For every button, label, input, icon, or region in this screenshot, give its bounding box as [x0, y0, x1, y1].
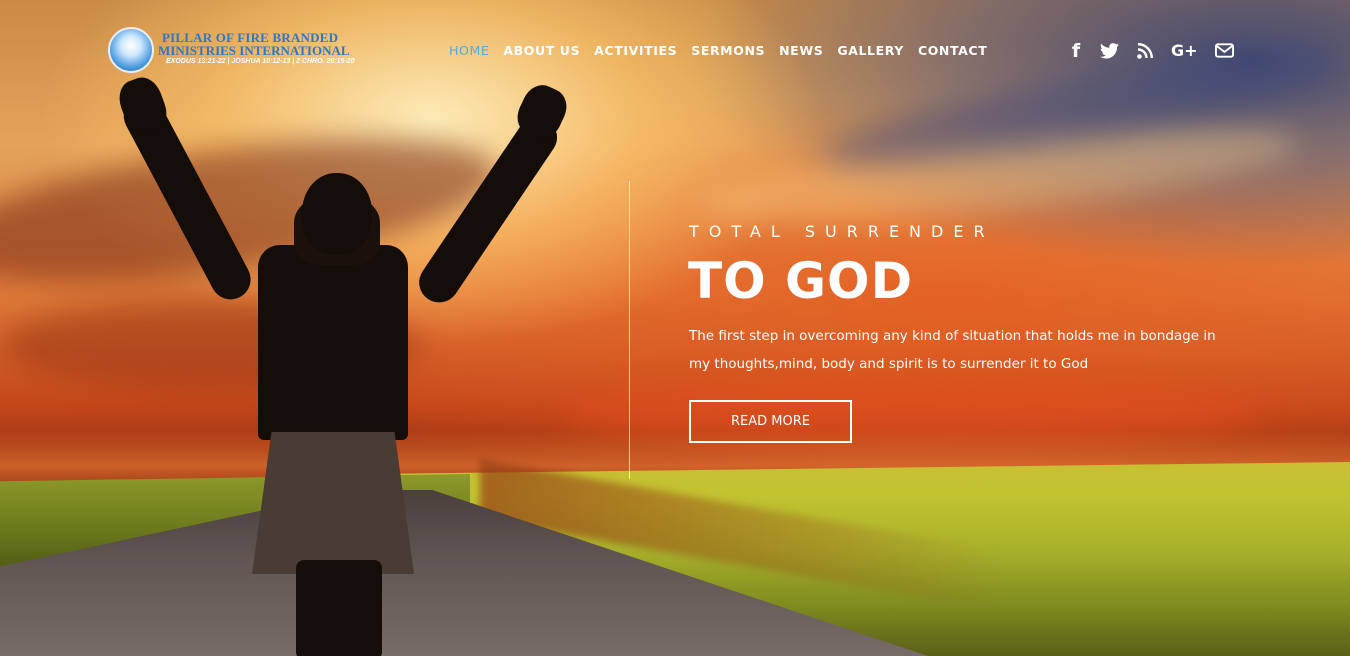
- hero-description: The first step in overcoming any kind of…: [689, 328, 1216, 372]
- logo-scripture-refs: EXODUS 13:21-22 | JOSHUA 10:12-13 | 2 CH…: [166, 58, 355, 65]
- read-more-button[interactable]: READ MORE: [689, 400, 852, 443]
- person-torso: [258, 245, 408, 440]
- facebook-icon[interactable]: f: [1070, 40, 1082, 62]
- nav-about-us[interactable]: ABOUT US: [503, 43, 580, 58]
- rss-icon[interactable]: [1136, 40, 1154, 62]
- person-legs: [296, 560, 382, 656]
- main-nav: HOME ABOUT US ACTIVITIES SERMONS NEWS GA…: [449, 43, 987, 58]
- site-header: PILLAR OF FIRE BRANDED MINISTRIES INTERN…: [0, 0, 1350, 100]
- vertical-divider: [629, 181, 630, 479]
- nav-contact[interactable]: CONTACT: [918, 43, 987, 58]
- social-links: f G+: [1070, 40, 1234, 62]
- nav-gallery[interactable]: GALLERY: [837, 43, 904, 58]
- logo-title-line2: MINISTRIES INTERNATIONAL: [158, 43, 350, 58]
- twitter-icon[interactable]: [1099, 40, 1119, 62]
- site-logo[interactable]: PILLAR OF FIRE BRANDED MINISTRIES INTERN…: [108, 27, 368, 75]
- nav-activities[interactable]: ACTIVITIES: [594, 43, 677, 58]
- person-right-arm: [411, 109, 565, 311]
- person-head: [302, 173, 372, 255]
- person-skirt: [252, 432, 414, 574]
- hero-kicker: TOTAL SURRENDER: [689, 222, 995, 241]
- hero-headline: TO GOD: [688, 252, 914, 310]
- nav-news[interactable]: NEWS: [779, 43, 823, 58]
- google-plus-icon[interactable]: G+: [1171, 40, 1198, 62]
- logo-emblem-icon: [108, 27, 154, 73]
- nav-home[interactable]: HOME: [449, 43, 489, 58]
- nav-sermons[interactable]: SERMONS: [691, 43, 765, 58]
- mail-icon[interactable]: [1214, 40, 1234, 62]
